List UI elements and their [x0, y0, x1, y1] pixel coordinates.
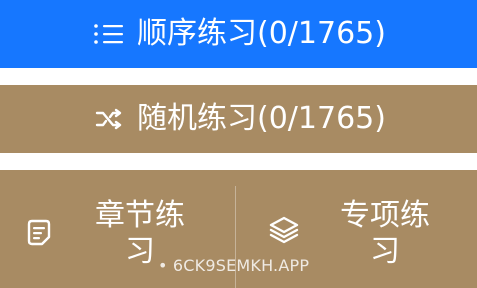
- notebook-icon: [22, 215, 56, 249]
- layers-icon: [267, 213, 301, 247]
- topic-practice-label: 专项练习: [340, 198, 430, 269]
- watermark-text: • 6CK9SEMKH.APP: [158, 256, 310, 275]
- practice-menu: 顺序练习(0/1765) 随机练习(0/1765) 章节练习 专项练习 • 6C…: [0, 0, 477, 288]
- shuffle-icon: [91, 104, 127, 134]
- list-icon: [91, 19, 127, 49]
- random-practice-label: 随机练习(0/1765): [137, 101, 386, 136]
- sequential-practice-label: 顺序练习(0/1765): [137, 16, 386, 51]
- random-practice-button[interactable]: 随机练习(0/1765): [0, 85, 477, 153]
- sequential-practice-button[interactable]: 顺序练习(0/1765): [0, 0, 477, 68]
